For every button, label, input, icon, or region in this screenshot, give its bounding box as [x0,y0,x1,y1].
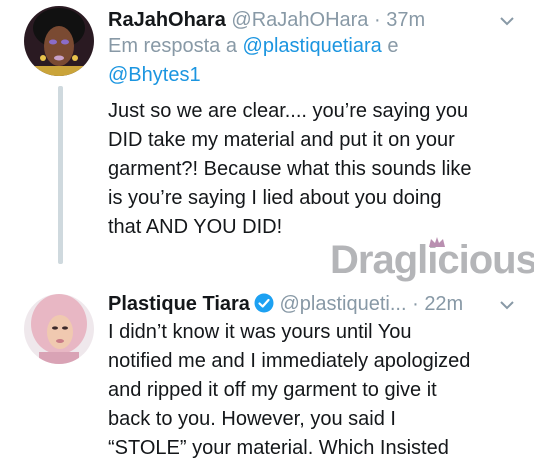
separator-dot: · [412,293,419,315]
tweet-text-line: and ripped it off my garment to give it [108,379,437,401]
thread-line [58,86,63,264]
tweet-text-line: DID take my material and put it on your [108,129,455,151]
user-handle[interactable]: @RaJahOHara [231,9,368,31]
reply-context: Em resposta a @plastiquetiara e [108,31,398,61]
tweet-text-line: notified me and I immediately apologized [108,350,471,372]
tweet-text-line: Just so we are clear.... you’re saying y… [108,100,469,122]
tweet-text-line: back to you. However, you said I [108,408,396,430]
tweet-text-line: “STOLE” your material. Which Insisted [108,437,449,459]
tweet-text-line: garment?! Because what this sounds like [108,158,472,180]
tweet-text-line: I didn’t know it was yours until You [108,321,412,343]
display-name[interactable]: RaJahOhara [108,9,226,31]
separator-dot: · [374,9,381,31]
chevron-down-icon[interactable] [500,300,514,310]
reply-context-cont: @Bhytes1 [108,60,201,90]
avatar-plastique-tiara[interactable] [24,294,94,364]
timestamp[interactable]: 37m [386,9,425,31]
mention-link[interactable]: @Bhytes1 [108,64,201,86]
tweet-text-line: is you’re saying I lied about you doing [108,187,442,209]
verified-badge-icon [254,293,274,313]
tweet-header: Plastique Tiara @plastiqueti... · 22m [108,292,463,316]
mention-link[interactable]: @plastiquetiara [243,35,382,57]
reply-prefix: Em resposta a [108,35,237,57]
crown-icon [429,237,445,247]
tweet-header: RaJahOhara @RaJahOHara · 37m [108,8,425,32]
tweet-plastique-tiara[interactable]: Plastique Tiara @plastiqueti... · 22m I … [0,280,534,462]
chevron-down-icon[interactable] [500,16,514,26]
display-name[interactable]: Plastique Tiara [108,293,250,315]
tweet-text: Just so we are clear.... you’re saying y… [108,97,520,242]
user-handle[interactable]: @plastiqueti... [279,293,406,315]
timestamp[interactable]: 22m [424,293,463,315]
tweet-text: I didn’t know it was yours until You not… [108,318,520,463]
avatar-rajahohara[interactable] [24,6,94,76]
reply-join: e [387,35,399,57]
